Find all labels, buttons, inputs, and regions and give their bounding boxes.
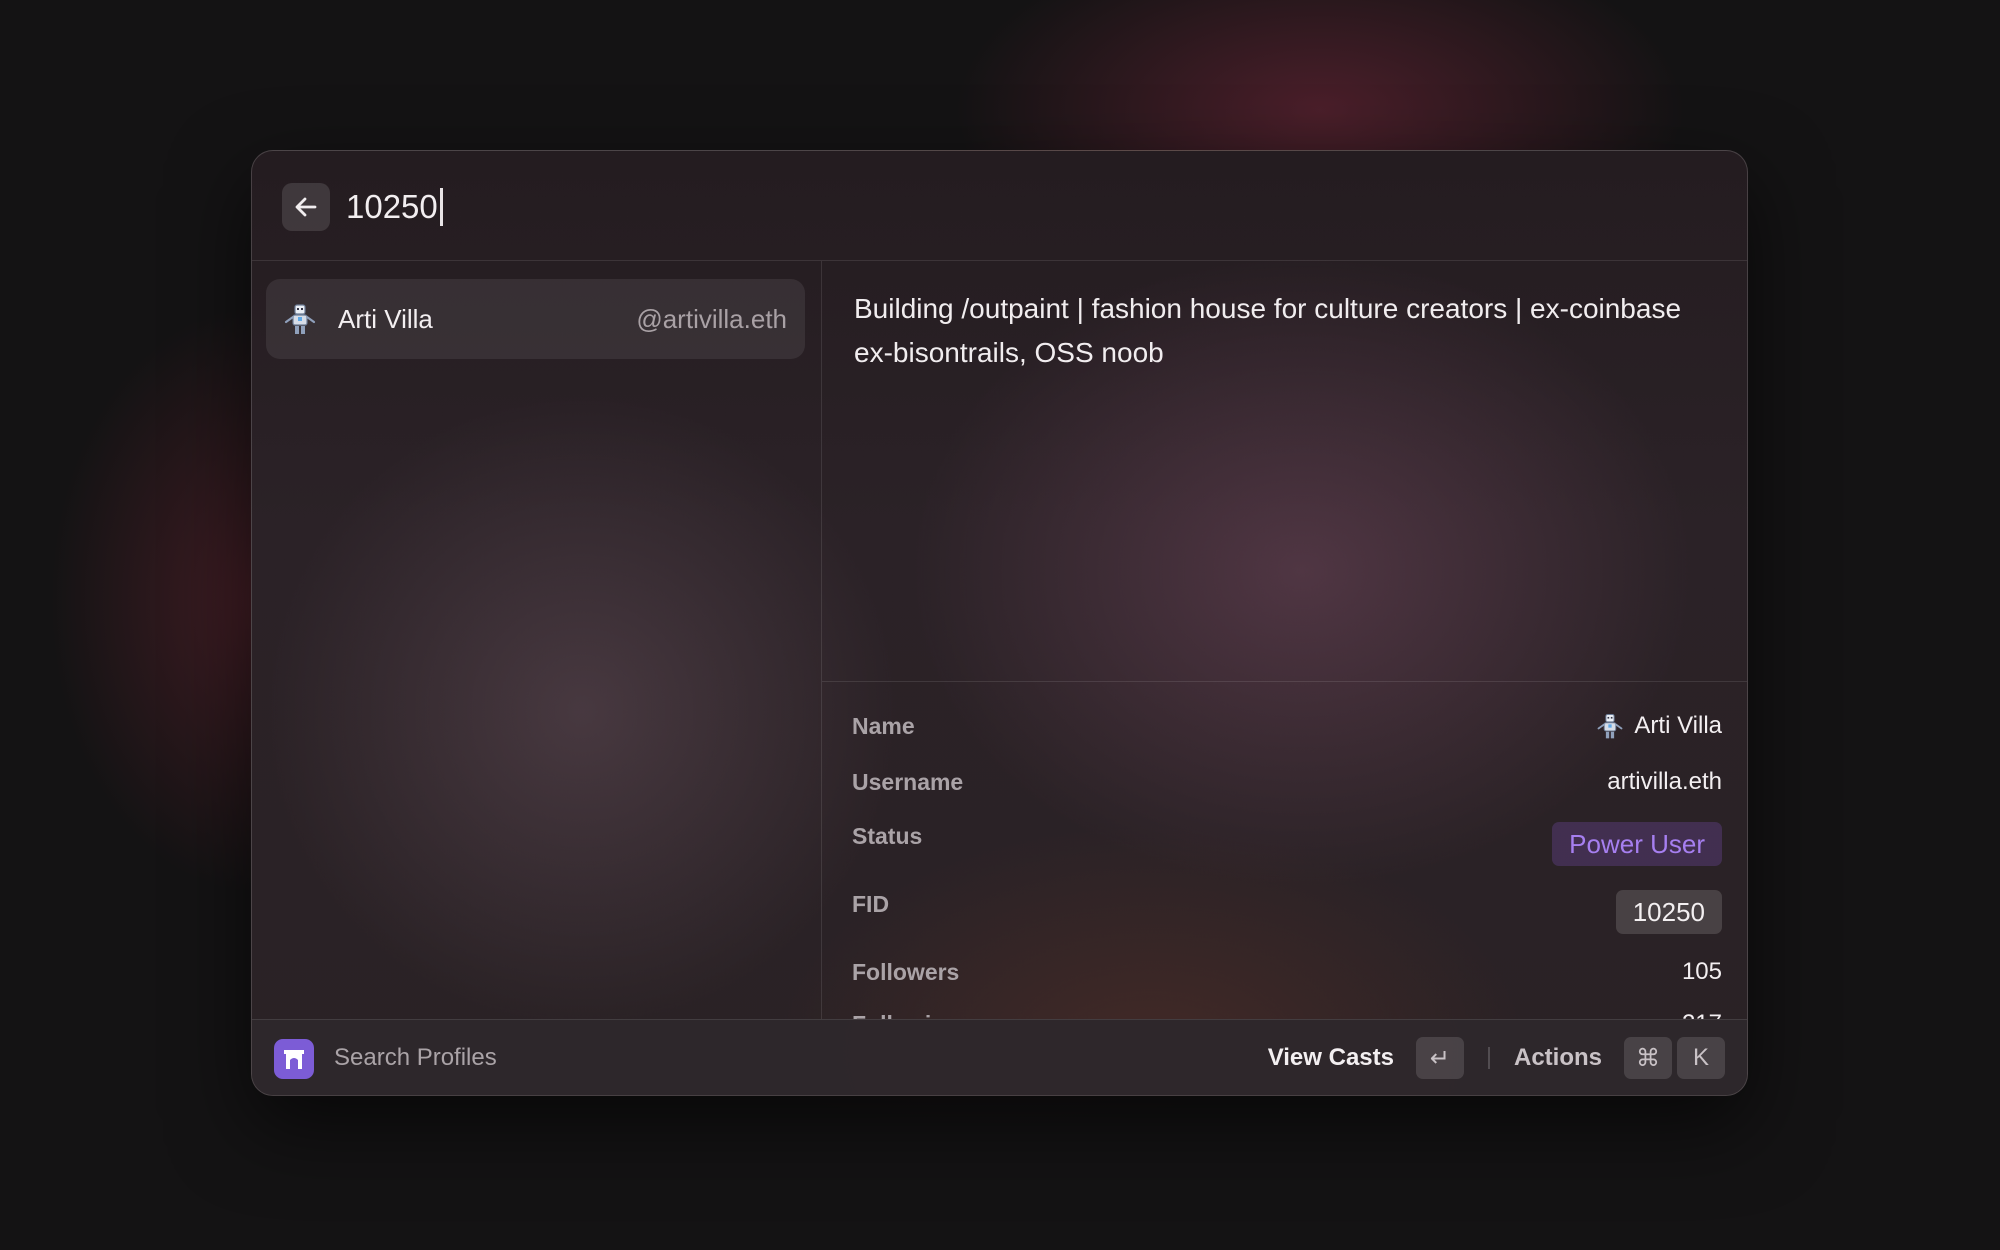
- back-button[interactable]: [282, 183, 330, 231]
- metadata-row-followers: Followers 105: [852, 952, 1722, 992]
- metadata-row-fid: FID 10250: [852, 884, 1722, 934]
- robot-avatar-icon: [1596, 712, 1624, 740]
- metadata-row-username: Username artivilla.eth: [852, 762, 1722, 802]
- username-label: Username: [852, 769, 964, 795]
- robot-avatar-icon: [282, 301, 318, 337]
- name-value: Arti Villa: [1596, 706, 1722, 746]
- enter-key-hint: ↵: [1415, 1037, 1464, 1079]
- farcaster-arch-icon: [274, 1039, 314, 1079]
- name-text: Arti Villa: [1634, 712, 1722, 739]
- followers-value: 105: [1681, 958, 1722, 985]
- results-list: Arti Villa @artivilla.eth: [252, 261, 822, 1019]
- status-badge: Power User: [1552, 822, 1722, 866]
- following-label: Following: [852, 1004, 959, 1019]
- status-label: Status: [852, 823, 923, 849]
- search-bar: 10250: [252, 151, 1747, 261]
- followers-label: Followers: [852, 959, 960, 985]
- metadata-panel: Name Arti Villa Username artivilla.eth S…: [822, 681, 1747, 1019]
- result-handle: @artivilla.eth: [636, 303, 787, 334]
- text-caret: [439, 188, 443, 226]
- metadata-row-status: Status Power User: [852, 816, 1722, 866]
- view-casts-button[interactable]: View Casts: [1268, 1044, 1394, 1072]
- command-title: Search Profiles: [334, 1044, 497, 1071]
- detail-pane: Building /outpaint | fashion house for c…: [822, 261, 1747, 1019]
- result-name: Arti Villa: [338, 303, 433, 334]
- list-item[interactable]: Arti Villa @artivilla.eth: [266, 279, 805, 359]
- status-value: Power User: [1552, 822, 1722, 866]
- metadata-row-following: Following 217: [852, 1004, 1722, 1019]
- arrow-left-icon: [295, 197, 317, 217]
- fid-value: 10250: [1615, 890, 1722, 934]
- command-key-hint: ⌘: [1624, 1037, 1672, 1079]
- launcher-window: 10250 Arti Villa @artivilla.eth Building…: [251, 150, 1748, 1096]
- search-input-value: 10250: [346, 188, 438, 225]
- fid-badge: 10250: [1615, 890, 1722, 934]
- action-bar: Search Profiles View Casts ↵ Actions ⌘ K: [252, 1019, 1747, 1095]
- actions-button[interactable]: Actions: [1514, 1044, 1602, 1072]
- k-key-hint: K: [1677, 1037, 1725, 1079]
- following-value: 217: [1682, 1004, 1722, 1019]
- profile-bio: Building /outpaint | fashion house for c…: [854, 293, 1682, 368]
- search-input[interactable]: 10250: [346, 181, 443, 233]
- username-value: artivilla.eth: [1607, 768, 1722, 795]
- name-label: Name: [852, 713, 915, 739]
- metadata-row-name: Name Arti Villa: [852, 706, 1722, 746]
- fid-label: FID: [852, 891, 890, 917]
- footer-actions: View Casts ↵ Actions ⌘ K: [1268, 1020, 1725, 1095]
- footer-divider: [1487, 1047, 1490, 1069]
